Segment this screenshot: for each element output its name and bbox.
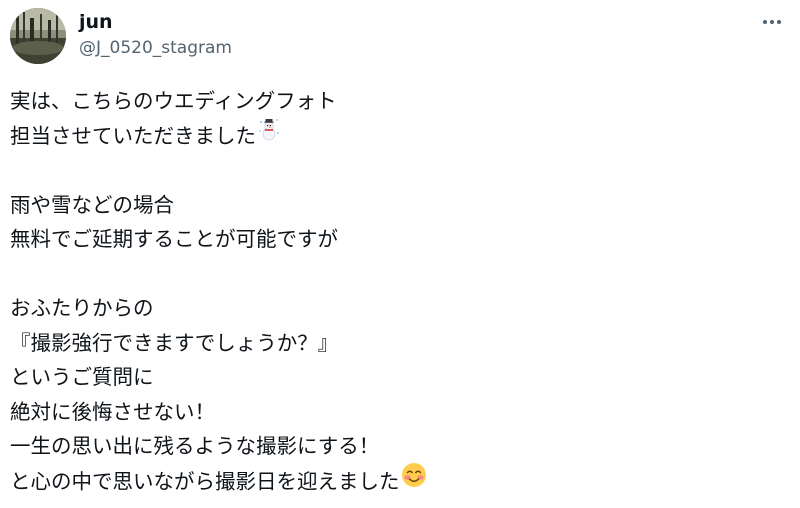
author-handle[interactable]: @J_0520_stagram: [79, 36, 232, 60]
snowman-icon: [257, 117, 281, 152]
more-options-icon: [763, 20, 781, 24]
tweet-line: というご質問に: [10, 365, 154, 389]
tweet-line: 実は、こちらのウエディングフォト: [10, 89, 337, 113]
tweet-line: おふたりからの: [10, 296, 154, 320]
tweet-line: 一生の思い出に残るような撮影にする！: [10, 434, 380, 458]
tweet-text: 実は、こちらのウエディングフォト 担当させていただきました 雨や雪などの場合 無…: [10, 84, 780, 498]
tweet-line: 絶対に後悔させない！: [10, 399, 215, 424]
smiling-blush-face-icon: [401, 462, 427, 499]
author-names: jun @J_0520_stagram: [79, 10, 232, 60]
tweet-line: 雨や雪などの場合: [10, 192, 174, 217]
tweet-line: と心の中で思いながら撮影日を迎えました: [10, 462, 780, 499]
tweet-header: jun @J_0520_stagram: [10, 8, 790, 64]
avatar[interactable]: [10, 8, 66, 64]
tweet-line: 『撮影強行できますでしょうか？』: [10, 330, 339, 355]
more-options-button[interactable]: [758, 12, 786, 32]
tweet-line: 無料でご延期することが可能ですが: [10, 227, 338, 251]
tweet-line: 担当させていただきました: [10, 119, 780, 154]
landscape-avatar-icon: [10, 8, 66, 64]
author-display-name[interactable]: jun: [79, 10, 232, 34]
